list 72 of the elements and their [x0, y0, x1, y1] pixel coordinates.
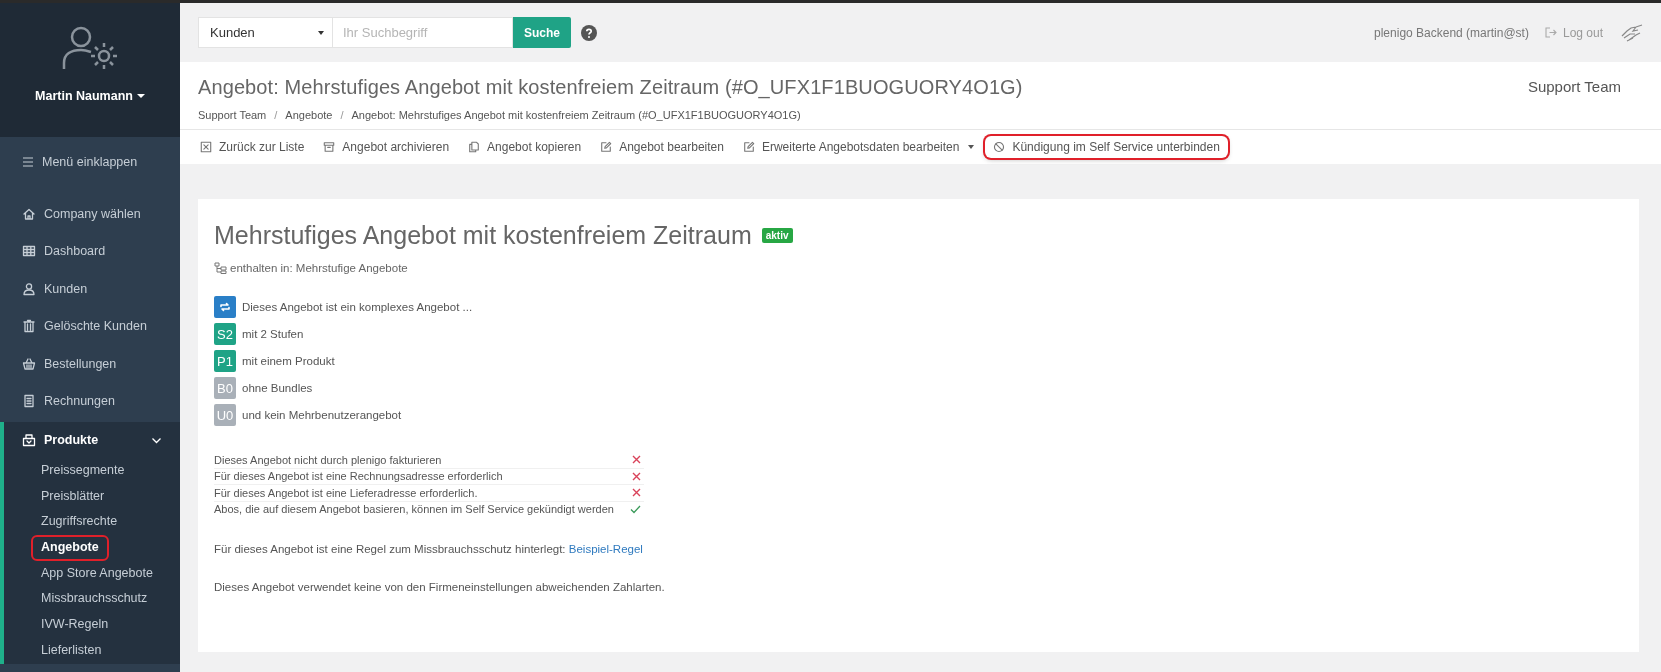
- help-icon[interactable]: [581, 24, 597, 41]
- setting-text: Abos, die auf diesem Angebot basieren, können im Self Service gekündigt werden: [214, 503, 614, 516]
- breadcrumb-link[interactable]: Support Team: [198, 109, 267, 121]
- ban-icon: [993, 141, 1006, 153]
- contained-in-text: enthalten in: Mehrstufige Angebote: [230, 262, 408, 274]
- payment-note: Dieses Angebot verwendet keine von den Firmeneinstellungen abweichenden Zahlarten.: [214, 581, 666, 593]
- user-icon: [22, 281, 36, 296]
- grid-icon: [22, 244, 36, 259]
- sidebar-subitem[interactable]: App Store Angebote: [4, 560, 180, 587]
- toolbar-button[interactable]: Kündigung im Self Service unterbinden: [985, 136, 1228, 158]
- sidebar-item[interactable]: Gelöschte Kunden: [0, 307, 180, 345]
- basket-icon: [22, 356, 36, 371]
- breadcrumb-separator: /: [340, 109, 344, 121]
- sidebar-subitem[interactable]: Zugriffsrechte: [4, 509, 180, 536]
- handshake-icon: [1621, 23, 1643, 42]
- box-icon: [22, 433, 36, 447]
- sidebar-item[interactable]: Rechnungen: [0, 382, 180, 420]
- sidebar-subitem[interactable]: Preisblätter: [4, 483, 180, 510]
- toolbar-button[interactable]: Angebot bearbeiten: [592, 136, 732, 158]
- breadcrumb-separator: /: [274, 109, 278, 121]
- toolbar-button[interactable]: Angebot archivieren: [315, 136, 458, 158]
- edit-icon: [600, 141, 613, 153]
- sidebar-subitem[interactable]: Lieferlisten: [4, 637, 180, 664]
- document-icon: [22, 394, 36, 409]
- feature-text: und kein Mehrbenutzerangebot: [242, 409, 402, 421]
- status-badge: aktiv: [761, 228, 793, 243]
- toolbar-button[interactable]: Zurück zur Liste: [192, 136, 313, 158]
- sidebar-section-header[interactable]: Produkte: [4, 422, 180, 458]
- page-title: Angebot: Mehrstufiges Angebot mit kostenfreiem Zeitraum (#O_UFX1F1BUOGUORY4O1G): [198, 76, 1024, 99]
- breadcrumb-link[interactable]: Angebot: Mehrstufiges Angebot mit kostenfreiem Zeitraum (#O_UFX1F1BUOGUORY4O1G): [351, 109, 801, 121]
- breadcrumb-link[interactable]: Angebote: [285, 109, 333, 121]
- close-box-icon: [200, 141, 212, 153]
- setting-text: Dieses Angebot nicht durch plenigo fakturieren: [214, 453, 442, 466]
- search-scope-dropdown[interactable]: Kunden: [198, 17, 333, 48]
- sidebar-subitem[interactable]: Preissegmente: [4, 458, 180, 484]
- account-label: plenigo Backend (martin@st): [1374, 25, 1529, 40]
- sidebar-subitem[interactable]: Missbrauchsschutz: [4, 586, 180, 613]
- user-settings-icon: [61, 25, 119, 71]
- home-icon: [22, 206, 36, 221]
- offer-title: Mehrstufiges Angebot mit kostenfreiem Zeitraum: [214, 221, 752, 250]
- trash-icon: [22, 319, 36, 334]
- sidebar-subitem[interactable]: IVW-Regeln: [4, 612, 180, 638]
- sidebar-item[interactable]: Company wählen: [0, 195, 180, 233]
- rule-text: Für dieses Angebot ist eine Regel zum Missbrauchsschutz hinterlegt: Beispiel-Regel: [214, 543, 644, 555]
- logout-icon: [1544, 27, 1557, 38]
- feature-text: mit einem Produkt: [242, 355, 335, 367]
- sidebar-item[interactable]: Bestellungen: [0, 345, 180, 383]
- menu-icon: [22, 156, 34, 168]
- feature-badge: S2: [214, 323, 236, 345]
- hierarchy-icon: [214, 262, 227, 274]
- sidebar-item[interactable]: Dashboard: [0, 232, 180, 270]
- toolbar-button[interactable]: Angebot kopieren: [460, 136, 590, 158]
- sidebar-item[interactable]: Kunden: [0, 270, 180, 308]
- sidebar-subitem[interactable]: Angebote: [31, 535, 109, 561]
- feature-badge: B0: [214, 377, 236, 399]
- setting-text: Für dieses Angebot ist eine Lieferadresse erforderlich.: [214, 486, 478, 499]
- rule-link[interactable]: Beispiel-Regel: [568, 543, 643, 555]
- feature-badge: U0: [214, 404, 236, 426]
- feature-text: Dieses Angebot ist ein komplexes Angebot ...: [242, 301, 473, 313]
- feature-text: ohne Bundles: [242, 382, 313, 394]
- user-menu[interactable]: Martin Naumann: [35, 89, 145, 103]
- setting-text: Für dieses Angebot ist eine Rechnungsadresse erforderlich: [214, 470, 503, 483]
- feature-badge: P1: [214, 350, 236, 372]
- team-label: Support Team: [1527, 77, 1622, 97]
- toolbar-button[interactable]: Erweiterte Angebotsdaten bearbeiten: [734, 136, 983, 158]
- search-field[interactable]: Ihr Suchbegriff: [333, 17, 513, 48]
- feature-text: mit 2 Stufen: [242, 328, 304, 340]
- caret-icon: [318, 30, 324, 35]
- edit-icon: [742, 141, 755, 153]
- collapse-menu-button[interactable]: Menü einklappen: [0, 143, 180, 181]
- copy-icon: [468, 141, 481, 153]
- archive-icon: [323, 141, 336, 153]
